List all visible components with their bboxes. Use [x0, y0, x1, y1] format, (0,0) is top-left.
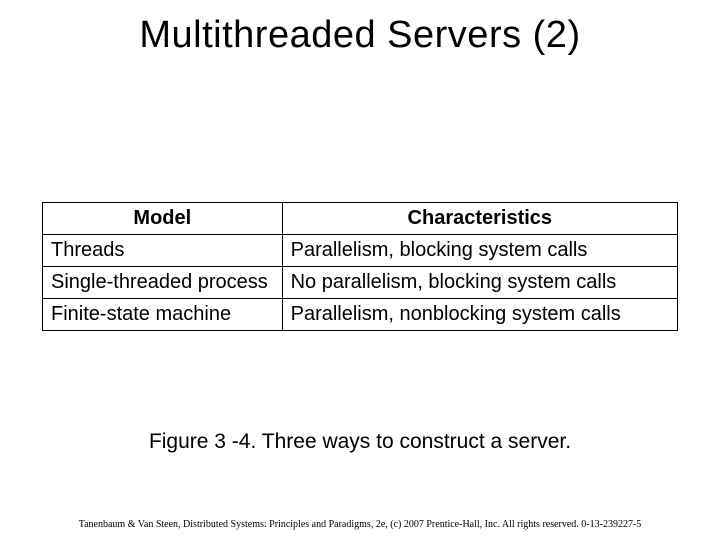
cell-model: Single-threaded process: [43, 267, 283, 299]
cell-characteristics: No parallelism, blocking system calls: [282, 267, 677, 299]
table: Model Characteristics Threads Parallelis…: [42, 202, 678, 331]
model-characteristics-table: Model Characteristics Threads Parallelis…: [42, 202, 678, 331]
slide: Multithreaded Servers (2) Model Characte…: [0, 0, 720, 540]
table-row: Threads Parallelism, blocking system cal…: [43, 235, 678, 267]
header-characteristics: Characteristics: [282, 203, 677, 235]
table-row: Finite-state machine Parallelism, nonblo…: [43, 299, 678, 331]
copyright-footer: Tanenbaum & Van Steen, Distributed Syste…: [0, 519, 720, 530]
cell-model: Finite-state machine: [43, 299, 283, 331]
slide-title: Multithreaded Servers (2): [0, 14, 720, 57]
header-model: Model: [43, 203, 283, 235]
cell-characteristics: Parallelism, blocking system calls: [282, 235, 677, 267]
cell-model: Threads: [43, 235, 283, 267]
cell-characteristics: Parallelism, nonblocking system calls: [282, 299, 677, 331]
table-row: Single-threaded process No parallelism, …: [43, 267, 678, 299]
figure-caption: Figure 3 -4. Three ways to construct a s…: [0, 430, 720, 454]
table-header-row: Model Characteristics: [43, 203, 678, 235]
